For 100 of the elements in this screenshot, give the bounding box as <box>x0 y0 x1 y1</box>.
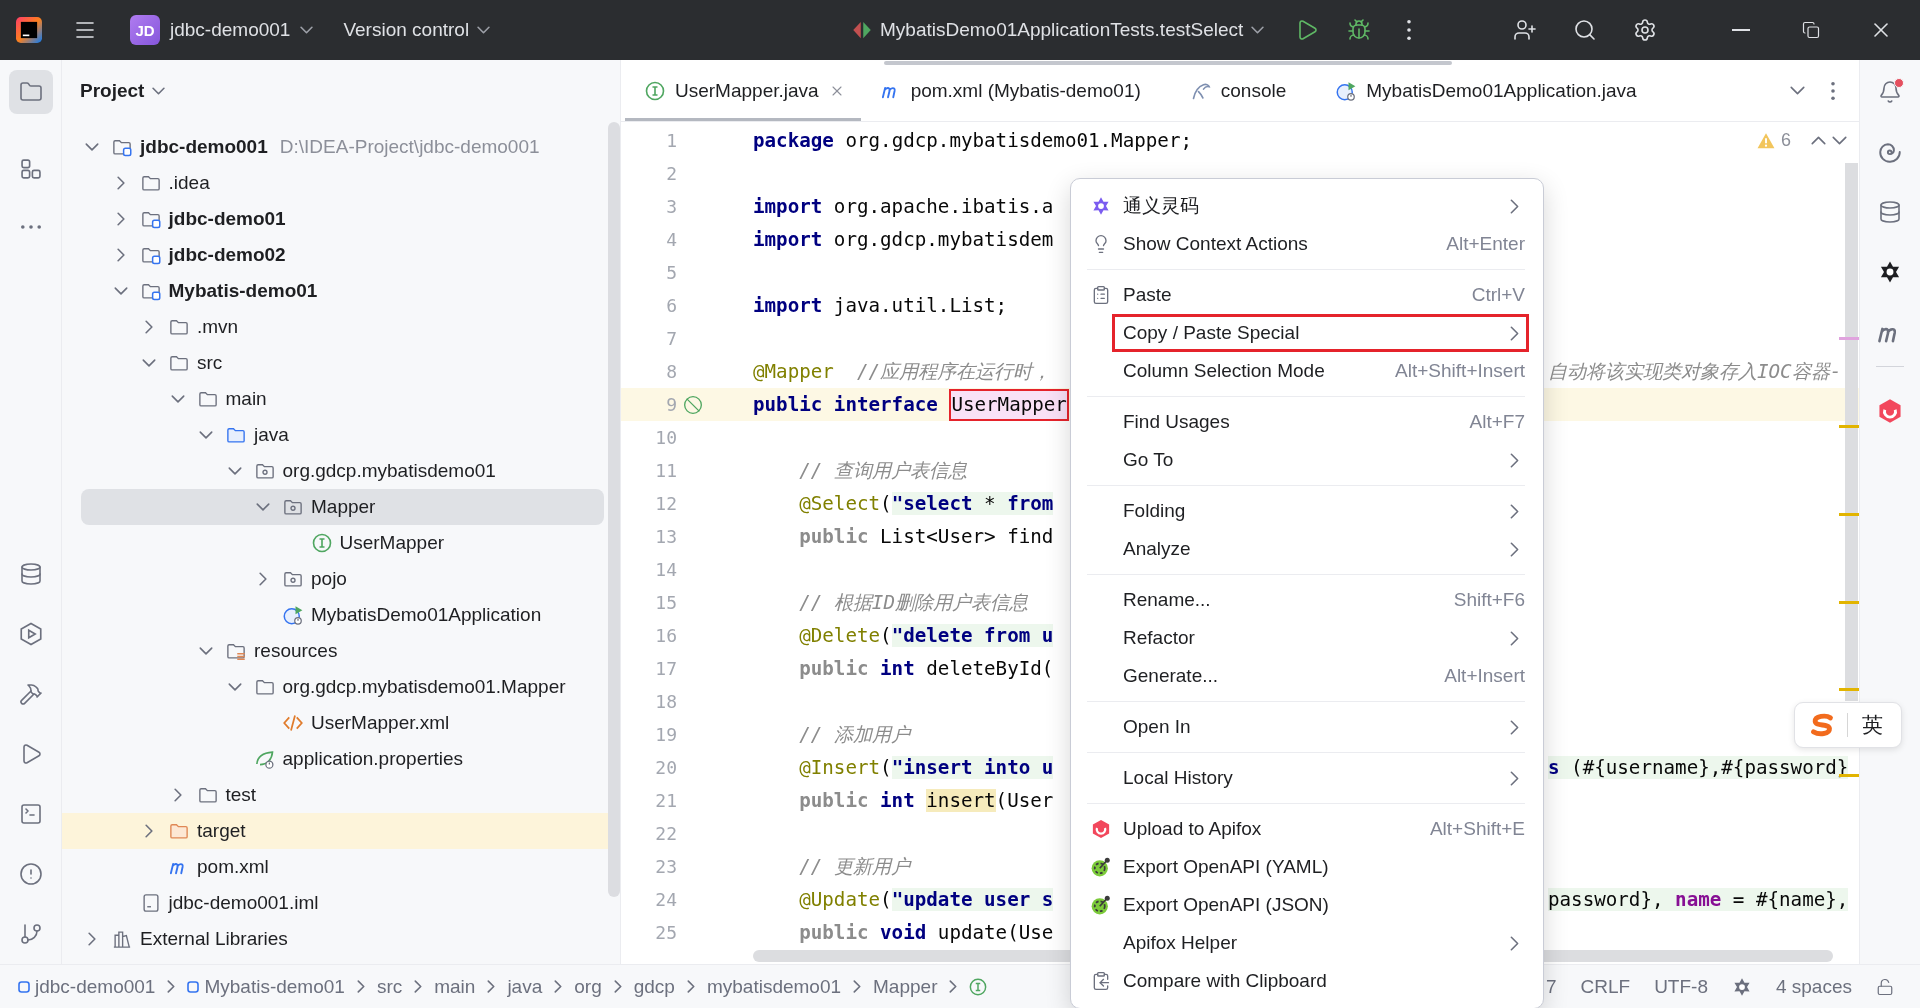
chevron-right-icon[interactable] <box>259 572 267 586</box>
menu-item[interactable]: Local History <box>1079 759 1535 797</box>
padlock-icon[interactable] <box>1876 977 1894 996</box>
vertical-scrollbar-thumb[interactable] <box>608 122 620 897</box>
menu-item[interactable]: Open In <box>1079 708 1535 746</box>
menu-item[interactable]: Compare with Clipboard <box>1079 962 1535 1000</box>
menu-item[interactable]: Export OpenAPI (JSON) <box>1079 886 1535 924</box>
tree-item[interactable]: jdbc-demo001.iml <box>81 885 604 921</box>
editor-tab[interactable]: UserMapper.java <box>625 60 861 121</box>
breadcrumb-item[interactable]: src <box>376 975 403 998</box>
status-bar-widget[interactable]: 4 spaces <box>1775 975 1852 998</box>
menu-item[interactable]: Rename... Shift+F6 <box>1079 581 1535 619</box>
tree-item[interactable]: UserMapper.xml <box>81 705 604 741</box>
chevron-down-icon[interactable] <box>113 287 128 295</box>
menu-item[interactable]: Column Selection Mode Alt+Shift+Insert <box>1079 352 1535 390</box>
chevron-right-icon[interactable] <box>173 788 182 802</box>
breadcrumb-item[interactable]: java <box>507 975 543 998</box>
menu-item[interactable]: Export OpenAPI (YAML) <box>1079 848 1535 886</box>
chevron-down-icon[interactable] <box>227 683 242 691</box>
menu-item[interactable]: Find Usages Alt+F7 <box>1079 403 1535 441</box>
status-bar-widget[interactable]: UTF-8 <box>1654 975 1708 998</box>
tree-item[interactable]: UserMapper <box>81 525 604 561</box>
editor-tab[interactable]: console <box>1170 60 1317 121</box>
input-mode-text[interactable]: 英 <box>1862 711 1883 739</box>
tree-item[interactable]: src <box>81 345 604 381</box>
chevron-down-icon[interactable] <box>1790 86 1805 95</box>
vertical-scrollbar-thumb[interactable] <box>1845 163 1858 701</box>
chevron-right-icon[interactable] <box>116 212 125 226</box>
tree-item[interactable]: .idea <box>81 165 604 201</box>
database-icon[interactable] <box>1878 200 1902 224</box>
tree-item[interactable]: .mvn <box>81 309 604 345</box>
tree-item[interactable]: org.gdcp.mybatisdemo01 <box>81 453 604 489</box>
spiral-icon[interactable] <box>1878 140 1902 164</box>
chevron-down-icon[interactable] <box>170 395 185 403</box>
kebab-menu-icon[interactable] <box>1831 81 1835 100</box>
bell-icon[interactable] <box>1878 80 1902 104</box>
chevron-up-icon[interactable] <box>1811 136 1826 145</box>
menu-item[interactable]: Paste Ctrl+V <box>1079 276 1535 314</box>
error-stripe-marker[interactable] <box>1839 513 1859 516</box>
status-bar-widget[interactable]: 7 <box>1545 975 1557 998</box>
breadcrumb-item[interactable]: jdbc-demo001 <box>18 975 156 998</box>
breadcrumb-item[interactable]: Mybatis-demo01 <box>187 975 345 998</box>
tree-item[interactable]: Mybatis-demo01 <box>81 273 604 309</box>
tree-item[interactable]: Mapper <box>81 489 604 525</box>
menu-item[interactable]: Apifox Helper <box>1079 924 1535 962</box>
tree-item[interactable]: jdbc-demo02 <box>81 237 604 273</box>
menu-item[interactable]: Refactor <box>1079 619 1535 657</box>
hexagon-logo-icon[interactable] <box>1877 398 1903 424</box>
star-icon[interactable] <box>1878 260 1902 284</box>
chevron-right-icon[interactable] <box>145 320 153 334</box>
breadcrumb-item[interactable]: mybatisdemo01 <box>706 975 842 998</box>
chevron-right-icon[interactable] <box>88 932 96 946</box>
run-configuration-dropdown[interactable]: MybatisDemo01ApplicationTests.testSelect <box>852 10 1265 50</box>
menu-item[interactable]: Generate... Alt+Insert <box>1079 657 1535 695</box>
tree-item[interactable]: org.gdcp.mybatisdemo01.Mapper <box>81 669 604 705</box>
breadcrumb-item[interactable]: org <box>574 975 602 998</box>
tree-item[interactable]: application.properties <box>81 741 604 777</box>
tree-item[interactable]: target <box>62 813 608 849</box>
view-mode-dropdown[interactable]: Project <box>80 80 166 102</box>
breadcrumb-item[interactable]: Mapper <box>873 975 938 998</box>
menu-item[interactable]: Show Context Actions Alt+Enter <box>1079 225 1535 263</box>
error-stripe-marker[interactable] <box>1839 688 1859 691</box>
menu-item[interactable]: Upload to Apifox Alt+Shift+E <box>1079 810 1535 848</box>
error-stripe-marker[interactable] <box>1839 337 1859 340</box>
chevron-down-icon[interactable] <box>256 503 270 511</box>
chevron-down-icon[interactable] <box>227 467 242 475</box>
menu-item[interactable]: Copy / Paste Special <box>1079 314 1535 352</box>
workspace-dropdown[interactable]: JD jdbc-demo001 <box>130 10 314 50</box>
menu-item[interactable]: Analyze <box>1079 530 1535 568</box>
error-stripe-marker[interactable] <box>1839 425 1859 428</box>
chevron-down-icon[interactable] <box>85 143 99 151</box>
tool-window-button[interactable] <box>8 70 53 114</box>
tree-item[interactable]: External Libraries <box>81 921 604 957</box>
tree-item[interactable]: java <box>81 417 604 453</box>
tree-item[interactable]: main <box>81 381 604 417</box>
menu-item[interactable]: Folding <box>1079 492 1535 530</box>
chevron-down-icon[interactable] <box>1832 136 1847 145</box>
menu-item[interactable]: Go To <box>1079 441 1535 479</box>
menu-item[interactable]: 通义灵码 <box>1079 187 1535 225</box>
tree-item[interactable]: pom.xml <box>81 849 604 885</box>
editor-tab[interactable]: pom.xml (Mybatis-demo01) <box>860 60 1171 121</box>
editor-tab[interactable]: MybatisDemo01Application.java <box>1316 60 1667 121</box>
tree-item[interactable]: MybatisDemo01Application <box>81 597 604 633</box>
app-logo-icon[interactable] <box>16 17 42 43</box>
chevron-down-icon[interactable] <box>142 359 156 367</box>
breadcrumb-item[interactable] <box>969 977 988 996</box>
scrollbar-thumb[interactable] <box>884 61 1452 65</box>
status-bar-widget[interactable]: CRLF <box>1580 975 1631 998</box>
tree-item[interactable]: resources <box>81 633 604 669</box>
breadcrumb-item[interactable]: main <box>434 975 476 998</box>
error-stripe-marker[interactable] <box>1839 601 1859 604</box>
vcs-dropdown[interactable]: Version control <box>343 10 491 50</box>
tree-item[interactable]: jdbc-demo001 D:\IDEA-Project\jdbc-demo001 <box>81 129 604 165</box>
s-logo-icon[interactable] <box>1809 712 1835 738</box>
breadcrumb-item[interactable]: gdcp <box>633 975 675 998</box>
chevron-down-icon[interactable] <box>199 431 213 439</box>
circle-slash-icon[interactable] <box>683 394 703 415</box>
tree-item[interactable]: test <box>81 777 604 813</box>
chevron-down-icon[interactable] <box>199 647 213 655</box>
tree-item[interactable]: pojo <box>81 561 604 597</box>
